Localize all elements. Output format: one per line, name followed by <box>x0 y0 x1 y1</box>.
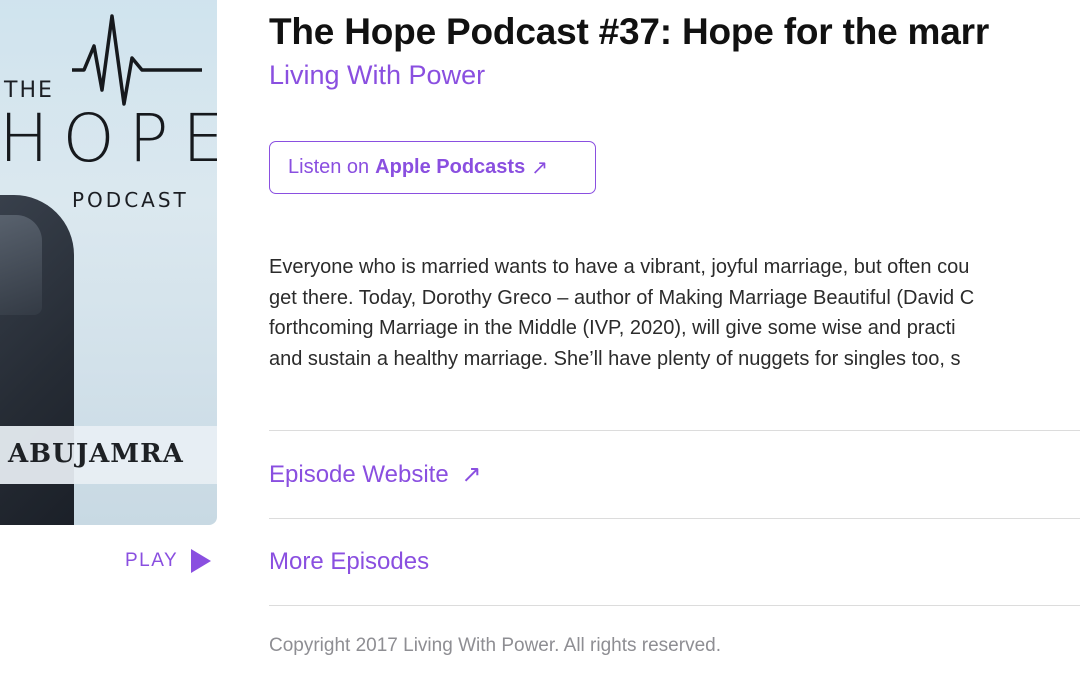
episode-description: Everyone who is married wants to have a … <box>269 252 1080 374</box>
artwork-author-text: ABUJAMRA <box>8 439 184 469</box>
play-icon <box>191 549 212 573</box>
episode-page: THE HOPE PODCAST ABUJAMRA PLAY The Hope … <box>0 0 1080 675</box>
listen-prefix: Listen on <box>288 156 370 178</box>
episode-website-link[interactable]: Episode Website ↗ <box>269 460 481 489</box>
show-name-link[interactable]: Living With Power <box>269 60 485 91</box>
heartbeat-line-icon <box>72 14 202 106</box>
episode-website-label: Episode Website <box>269 461 449 488</box>
divider <box>269 605 1080 606</box>
copyright-text: Copyright 2017 Living With Power. All ri… <box>269 635 721 656</box>
listen-brand: Apple Podcasts <box>375 156 526 178</box>
play-button[interactable]: PLAY <box>125 549 212 573</box>
external-link-arrow-icon: ↗ <box>461 461 482 488</box>
divider <box>269 430 1080 431</box>
artwork-hope-text: HOPE <box>0 100 217 177</box>
play-label: PLAY <box>125 550 179 571</box>
more-episodes-link[interactable]: More Episodes <box>269 548 429 576</box>
artwork-podcast-text: PODCAST <box>72 188 189 212</box>
external-link-arrow-icon: ↗ <box>531 157 548 179</box>
description-line: forthcoming Marriage in the Middle (IVP,… <box>269 317 956 340</box>
description-line: get there. Today, Dorothy Greco – author… <box>269 286 975 309</box>
listen-on-apple-podcasts-button[interactable]: Listen on Apple Podcasts ↗ <box>269 141 596 194</box>
artwork-collar-shape <box>0 215 42 315</box>
podcast-artwork: THE HOPE PODCAST ABUJAMRA <box>0 0 217 525</box>
description-line: Everyone who is married wants to have a … <box>269 256 970 278</box>
divider <box>269 518 1080 519</box>
episode-title: The Hope Podcast #37: Hope for the marr <box>269 11 990 52</box>
description-line: and sustain a healthy marriage. She’ll h… <box>269 347 961 370</box>
